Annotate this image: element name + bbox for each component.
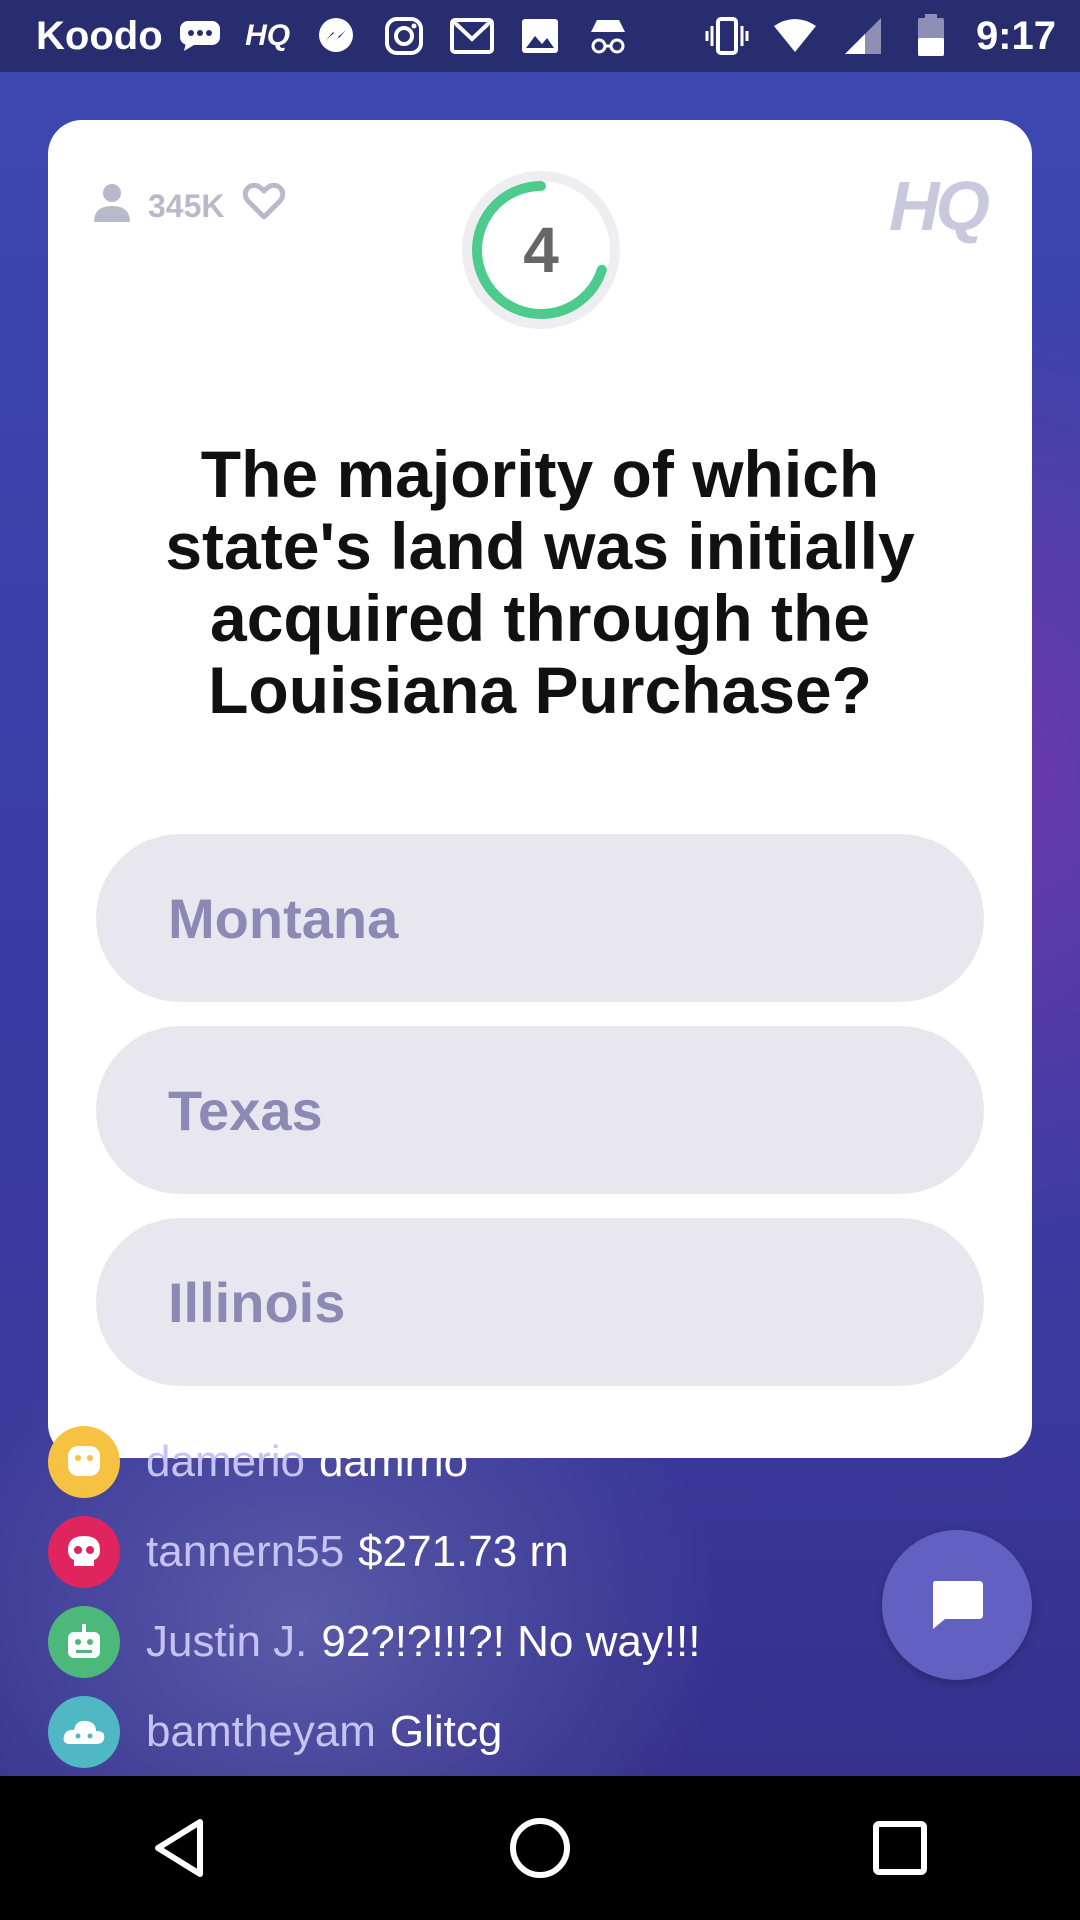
chat-text: 92?!?!!!?! No way!!! bbox=[321, 1617, 701, 1666]
chat-text: Glitcg bbox=[389, 1707, 503, 1756]
chat-username: Justin J. bbox=[146, 1617, 308, 1666]
chat-bubble-icon bbox=[177, 16, 223, 56]
robot-icon bbox=[48, 1606, 120, 1678]
smiley-icon bbox=[48, 1426, 120, 1498]
hq-icon: HQ bbox=[245, 19, 291, 52]
battery-icon bbox=[908, 14, 954, 56]
clock-time: 9:17 bbox=[975, 13, 1056, 58]
person-icon bbox=[94, 182, 130, 230]
chat-message: damerio damrrio bbox=[48, 1426, 468, 1498]
cloud-icon bbox=[48, 1696, 120, 1768]
chat-username: bamtheyam bbox=[146, 1707, 376, 1756]
chat-message: bamtheyam Glitcg bbox=[48, 1696, 502, 1768]
chat-message: tannern55 $271.73 rn bbox=[48, 1516, 569, 1588]
incognito-icon bbox=[585, 16, 631, 56]
messenger-icon bbox=[313, 16, 359, 56]
back-triangle-icon bbox=[155, 1819, 203, 1877]
open-chat-button[interactable] bbox=[882, 1530, 1032, 1680]
signal-icon bbox=[840, 16, 886, 56]
question-card: 345K 4 HQ The majority of which state's … bbox=[48, 120, 1032, 1458]
timer-number: 4 bbox=[523, 214, 559, 286]
viewer-count-label: 345K bbox=[148, 187, 225, 224]
viewer-count: 345K bbox=[94, 182, 285, 230]
recents-button[interactable] bbox=[840, 1788, 960, 1908]
home-button[interactable] bbox=[480, 1788, 600, 1908]
answer-option-2[interactable]: Texas bbox=[96, 1026, 984, 1194]
question-text: The majority of which state's land was i… bbox=[165, 437, 915, 727]
answer-option-1[interactable]: Montana bbox=[96, 834, 984, 1002]
home-circle-icon bbox=[510, 1818, 570, 1878]
chat-icon bbox=[933, 1581, 983, 1629]
chat-text: damrrio bbox=[318, 1437, 469, 1486]
wifi-icon bbox=[772, 16, 818, 56]
carrier-name: Koodo bbox=[36, 13, 163, 58]
back-button[interactable] bbox=[120, 1788, 240, 1908]
heart-icon[interactable] bbox=[242, 182, 285, 229]
answer-option-3[interactable]: Illinois bbox=[96, 1218, 984, 1386]
navigation-bar bbox=[0, 1776, 1080, 1920]
chat-username: tannern55 bbox=[146, 1527, 345, 1576]
instagram-icon bbox=[381, 16, 427, 56]
status-bar: Koodo HQ 9:17 bbox=[0, 0, 1080, 72]
gmail-icon bbox=[449, 16, 495, 56]
chat-message: Justin J. 92?!?!!!?! No way!!! bbox=[48, 1606, 700, 1678]
recents-square-icon bbox=[873, 1821, 927, 1875]
vibrate-icon bbox=[704, 16, 750, 56]
gallery-icon bbox=[517, 16, 563, 56]
skull-icon bbox=[48, 1516, 120, 1588]
hq-logo: HQ bbox=[889, 167, 990, 245]
chat-text: $271.73 rn bbox=[358, 1527, 569, 1576]
chat-username: damerio bbox=[146, 1437, 305, 1486]
countdown-timer: 4 bbox=[459, 168, 623, 332]
